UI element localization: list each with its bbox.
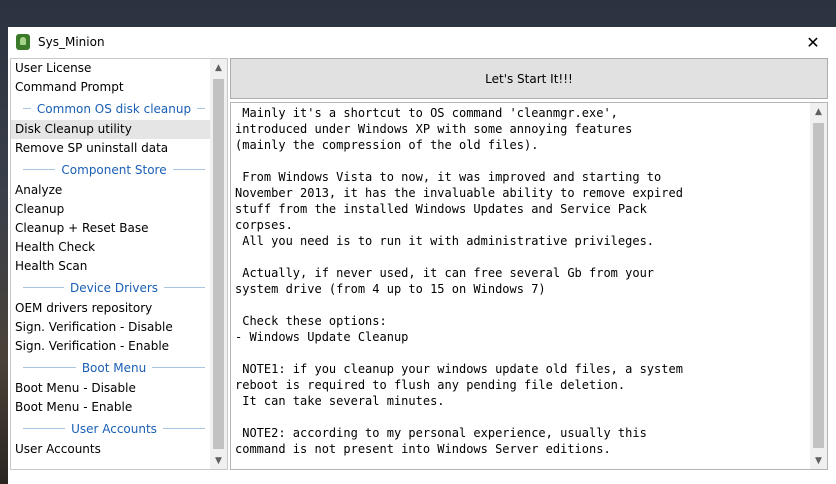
section-divider [23,169,56,170]
section-header: Boot Menu [11,356,211,379]
command-list-item[interactable]: Health Scan [11,257,211,276]
description-text: Mainly it's a shortcut to OS command 'cl… [235,106,683,456]
command-list-item[interactable]: User License [11,59,211,78]
command-list-item[interactable]: Sign. Verification - Enable [11,337,211,356]
start-button[interactable]: Let's Start It!!! [230,58,828,99]
section-header: Component Store [11,158,211,181]
text-scrollbar-thumb[interactable] [813,123,824,448]
minion-app-icon [16,34,30,50]
scroll-down-arrow-icon[interactable]: ▼ [210,452,227,469]
section-divider [152,367,206,368]
section-divider [197,108,206,109]
section-header-label: Device Drivers [69,280,159,295]
scrollbar-thumb[interactable] [213,79,224,449]
command-list-item[interactable]: Boot Menu - Disable [11,379,211,398]
section-header-label: User Accounts [71,421,157,436]
section-header: User Accounts [11,417,211,440]
section-header-label: Component Store [61,162,167,177]
command-list-item[interactable]: Analyze [11,181,211,200]
command-list-scrollbar[interactable]: ▲ ▼ [210,59,227,469]
section-header-label: Common OS disk cleanup [36,101,192,116]
description-scrollbar[interactable]: ▲ ▼ [810,103,827,469]
section-header-label: Boot Menu [81,360,147,375]
section-divider [23,108,31,109]
command-list-item[interactable]: Boot Menu - Enable [11,398,211,417]
title-bar[interactable]: Sys_Minion ✕ [8,27,836,57]
text-scroll-up-arrow-icon[interactable]: ▲ [810,103,827,120]
section-divider [23,428,66,429]
command-list-item[interactable]: Command Prompt [11,78,211,97]
command-list-item[interactable]: Sign. Verification - Disable [11,318,211,337]
close-button[interactable]: ✕ [790,27,836,57]
section-divider [23,367,76,368]
command-list-item[interactable]: Health Check [11,238,211,257]
scroll-up-arrow-icon[interactable]: ▲ [210,59,227,76]
command-list-item[interactable]: Remove SP uninstall data [11,139,211,158]
section-header: Device Drivers [11,276,211,299]
command-list: User License Command Prompt Common OS disk… [10,58,228,470]
description-textbox[interactable]: Mainly it's a shortcut to OS command 'cl… [230,102,828,470]
section-divider [172,169,206,170]
app-window: Sys_Minion ✕ User License Command Prompt C… [8,27,836,484]
section-divider [164,287,205,288]
section-divider [162,428,205,429]
section-header: Common OS disk cleanup [11,97,211,120]
command-list-item[interactable]: OEM drivers repository [11,299,211,318]
command-list-item[interactable]: Disk Cleanup utility [11,120,211,139]
window-title: Sys_Minion [38,35,105,49]
command-list-item[interactable]: Cleanup [11,200,211,219]
section-divider [23,287,64,288]
command-list-items: User License Command Prompt Common OS disk… [11,59,211,459]
command-list-item[interactable]: User Accounts [11,440,211,459]
command-list-item[interactable]: Cleanup + Reset Base [11,219,211,238]
text-scroll-down-arrow-icon[interactable]: ▼ [810,452,827,469]
